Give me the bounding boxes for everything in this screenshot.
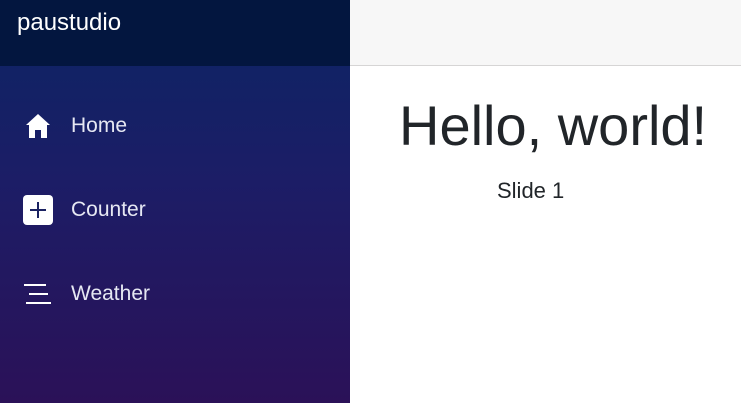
sidebar-item-label: Weather (71, 282, 150, 305)
page-title: Hello, world! (399, 94, 708, 157)
home-icon (22, 110, 54, 142)
plus-square-icon (22, 194, 54, 226)
brand-link[interactable]: paustudio (17, 9, 121, 37)
sidebar-item-label: Counter (71, 198, 146, 221)
carousel-slide-caption: Slide 1 (497, 178, 565, 203)
sidebar-item-counter[interactable]: Counter (0, 182, 350, 238)
sidebar-item-label: Home (71, 114, 128, 137)
top-bar (350, 0, 741, 66)
list-lines-icon (22, 278, 54, 310)
main-content: Hello, world! Slide 1 (350, 66, 741, 403)
sidebar-item-weather[interactable]: Weather (0, 266, 350, 322)
sidebar-item-home[interactable]: Home (0, 98, 350, 154)
sidebar: paustudio Home Counter Weather (0, 0, 350, 403)
app-window: paustudio Home Counter Weather Hello, wo… (0, 0, 741, 403)
brand-bar: paustudio (0, 0, 350, 66)
